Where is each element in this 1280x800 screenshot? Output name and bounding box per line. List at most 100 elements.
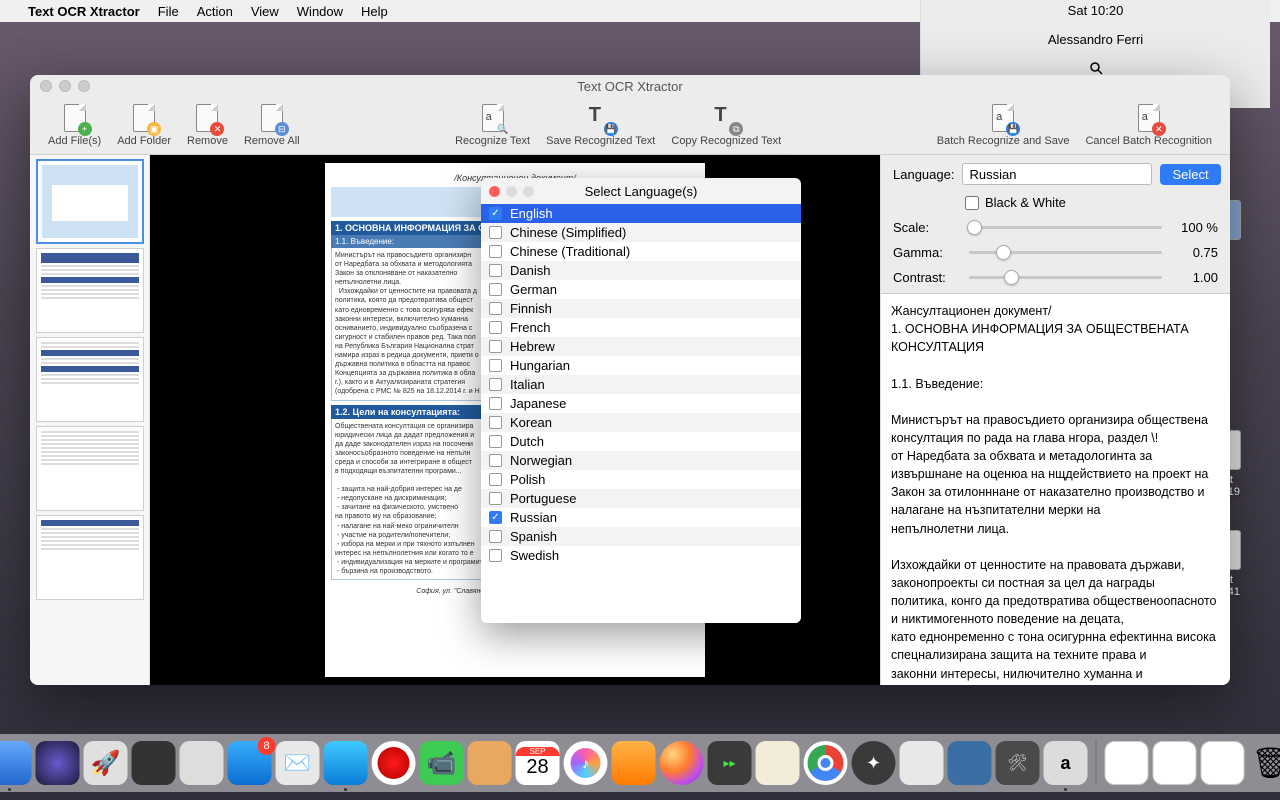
language-row[interactable]: Hebrew bbox=[481, 337, 801, 356]
minimized-window[interactable] bbox=[1153, 741, 1197, 785]
appstore-icon[interactable]: 8 bbox=[228, 741, 272, 785]
batch-recognize-button[interactable]: a💾Batch Recognize and Save bbox=[931, 104, 1076, 147]
language-row[interactable]: Polish bbox=[481, 470, 801, 489]
language-row[interactable]: Portuguese bbox=[481, 489, 801, 508]
maps-icon[interactable] bbox=[756, 741, 800, 785]
thumbnail[interactable] bbox=[36, 426, 144, 511]
language-checkbox[interactable] bbox=[489, 454, 502, 467]
scale-slider[interactable] bbox=[969, 226, 1162, 229]
clock[interactable]: Sat 10:20 bbox=[1068, 3, 1124, 18]
minimize-icon[interactable] bbox=[506, 186, 517, 197]
chrome-icon[interactable] bbox=[804, 741, 848, 785]
menu-action[interactable]: Action bbox=[197, 4, 233, 19]
ocr-output[interactable]: Жансултационен документ/ 1. ОСНОВНА ИНФО… bbox=[881, 293, 1230, 685]
language-row[interactable]: Norwegian bbox=[481, 451, 801, 470]
language-list[interactable]: ✓EnglishChinese (Simplified)Chinese (Tra… bbox=[481, 204, 801, 623]
thumbnail-sidebar[interactable] bbox=[30, 155, 150, 685]
add-folder-button[interactable]: ▣Add Folder bbox=[111, 104, 177, 147]
language-checkbox[interactable] bbox=[489, 397, 502, 410]
language-checkbox[interactable] bbox=[489, 226, 502, 239]
select-button[interactable]: Select bbox=[1160, 164, 1220, 185]
mail-icon[interactable]: ✉️ bbox=[276, 741, 320, 785]
language-checkbox[interactable] bbox=[489, 416, 502, 429]
language-checkbox[interactable] bbox=[489, 359, 502, 372]
close-icon[interactable] bbox=[40, 80, 52, 92]
itunes-icon[interactable]: ♪ bbox=[564, 741, 608, 785]
language-checkbox[interactable] bbox=[489, 378, 502, 391]
menu-view[interactable]: View bbox=[251, 4, 279, 19]
ibooks-icon[interactable] bbox=[612, 741, 656, 785]
add-files-button[interactable]: +Add File(s) bbox=[42, 104, 107, 147]
bw-checkbox[interactable] bbox=[965, 196, 979, 210]
activity-icon[interactable] bbox=[180, 741, 224, 785]
xcode-icon[interactable] bbox=[948, 741, 992, 785]
preferences-icon[interactable] bbox=[900, 741, 944, 785]
language-row[interactable]: Danish bbox=[481, 261, 801, 280]
language-row[interactable]: French bbox=[481, 318, 801, 337]
gamma-slider[interactable] bbox=[969, 251, 1162, 254]
language-checkbox[interactable] bbox=[489, 435, 502, 448]
photos-icon[interactable]: ✦ bbox=[852, 741, 896, 785]
opera-icon[interactable] bbox=[372, 741, 416, 785]
language-checkbox[interactable] bbox=[489, 302, 502, 315]
save-recognized-button[interactable]: T💾Save Recognized Text bbox=[540, 104, 661, 147]
mission-control-icon[interactable] bbox=[132, 741, 176, 785]
language-checkbox[interactable] bbox=[489, 549, 502, 562]
siri-icon[interactable] bbox=[36, 741, 80, 785]
language-row[interactable]: Italian bbox=[481, 375, 801, 394]
language-checkbox[interactable] bbox=[489, 530, 502, 543]
language-checkbox[interactable] bbox=[489, 492, 502, 505]
language-row[interactable]: Chinese (Traditional) bbox=[481, 242, 801, 261]
contrast-slider[interactable] bbox=[969, 276, 1162, 279]
language-checkbox[interactable]: ✓ bbox=[489, 207, 502, 220]
remove-button[interactable]: ✕Remove bbox=[181, 104, 234, 147]
copy-recognized-button[interactable]: T⧉Copy Recognized Text bbox=[665, 104, 787, 147]
language-row[interactable]: Korean bbox=[481, 413, 801, 432]
language-row[interactable]: Dutch bbox=[481, 432, 801, 451]
firefox-icon[interactable] bbox=[660, 741, 704, 785]
menu-help[interactable]: Help bbox=[361, 4, 388, 19]
close-icon[interactable] bbox=[489, 186, 500, 197]
minimized-window[interactable] bbox=[1105, 741, 1149, 785]
contacts-icon[interactable] bbox=[468, 741, 512, 785]
zoom-icon[interactable] bbox=[78, 80, 90, 92]
facetime-icon[interactable]: 📹 bbox=[420, 741, 464, 785]
launchpad-icon[interactable]: 🚀 bbox=[84, 741, 128, 785]
dictionary-icon[interactable]: a bbox=[1044, 741, 1088, 785]
language-row[interactable]: German bbox=[481, 280, 801, 299]
language-checkbox[interactable]: ✓ bbox=[489, 511, 502, 524]
language-row[interactable]: Hungarian bbox=[481, 356, 801, 375]
language-row[interactable]: ✓Russian bbox=[481, 508, 801, 527]
thumbnail[interactable] bbox=[36, 159, 144, 244]
minimized-window[interactable] bbox=[1201, 741, 1245, 785]
language-checkbox[interactable] bbox=[489, 340, 502, 353]
calendar-icon[interactable]: SEP28 bbox=[516, 741, 560, 785]
tools-icon[interactable]: 🛠 bbox=[996, 741, 1040, 785]
language-checkbox[interactable] bbox=[489, 283, 502, 296]
language-row[interactable]: ✓English bbox=[481, 204, 801, 223]
language-field[interactable] bbox=[962, 163, 1152, 185]
language-row[interactable]: Chinese (Simplified) bbox=[481, 223, 801, 242]
language-checkbox[interactable] bbox=[489, 245, 502, 258]
minimize-icon[interactable] bbox=[59, 80, 71, 92]
language-row[interactable]: Japanese bbox=[481, 394, 801, 413]
menu-file[interactable]: File bbox=[158, 4, 179, 19]
safari-icon[interactable] bbox=[324, 741, 368, 785]
thumbnail[interactable] bbox=[36, 337, 144, 422]
language-checkbox[interactable] bbox=[489, 473, 502, 486]
language-checkbox[interactable] bbox=[489, 264, 502, 277]
app-name[interactable]: Text OCR Xtractor bbox=[28, 4, 140, 19]
menu-window[interactable]: Window bbox=[297, 4, 343, 19]
user-name[interactable]: Alessandro Ferri bbox=[1048, 32, 1143, 47]
recognize-button[interactable]: a🔍Recognize Text bbox=[449, 104, 536, 147]
thumbnail[interactable] bbox=[36, 248, 144, 333]
language-row[interactable]: Finnish bbox=[481, 299, 801, 318]
language-row[interactable]: Spanish bbox=[481, 527, 801, 546]
finder-icon[interactable] bbox=[0, 741, 32, 785]
language-checkbox[interactable] bbox=[489, 321, 502, 334]
trash-icon[interactable]: 🗑 bbox=[1249, 741, 1280, 785]
remove-all-button[interactable]: ⊟Remove All bbox=[238, 104, 306, 147]
thumbnail[interactable] bbox=[36, 515, 144, 600]
zoom-icon[interactable] bbox=[523, 186, 534, 197]
cancel-batch-button[interactable]: a✕Cancel Batch Recognition bbox=[1079, 104, 1218, 147]
